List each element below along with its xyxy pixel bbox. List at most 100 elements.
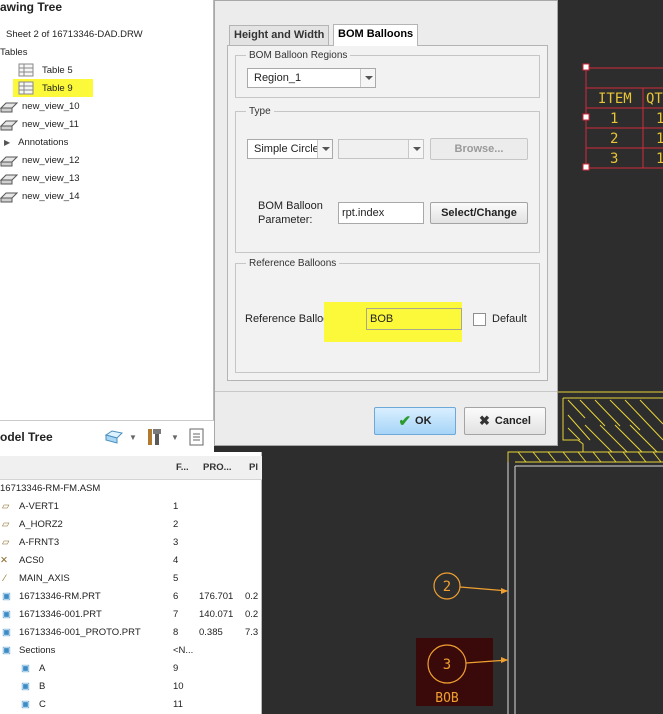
- tab-bom-balloons[interactable]: BOM Balloons: [333, 24, 419, 46]
- part-icon: ▣: [2, 609, 11, 620]
- balloon-3-text: BOB: [435, 691, 459, 706]
- tree-row-section[interactable]: ▣ A 9: [0, 660, 262, 678]
- tab-content-bom-balloons: BOM Balloon Regions Region_1 Type Simple…: [227, 45, 548, 381]
- balloon-2[interactable]: 2: [433, 572, 509, 600]
- tree-item-table-9[interactable]: Table 9: [13, 79, 93, 97]
- expand-arrow-icon[interactable]: ▶: [4, 138, 10, 147]
- tree-row-section[interactable]: ▣ B 10: [0, 678, 262, 696]
- tree-row-part[interactable]: ▣ 16713346-001.PRT 7 140.071 0.2: [0, 606, 262, 624]
- tree-row-section[interactable]: ▣ C 11: [0, 696, 262, 714]
- tree-item-tables[interactable]: Tables: [0, 43, 27, 61]
- tree-row-axis[interactable]: ∕ MAIN_AXIS 5: [0, 570, 262, 588]
- chevron-down-icon[interactable]: [408, 140, 423, 158]
- part-icon: ▣: [2, 627, 11, 638]
- tree-item-view-10[interactable]: new_view_10: [0, 97, 80, 115]
- tree-row-part[interactable]: ▣ 16713346-001_PROTO.PRT 8 0.385 7.3: [0, 624, 262, 642]
- chevron-down-icon[interactable]: ▼: [171, 433, 179, 442]
- view-icon: [0, 102, 18, 113]
- row-pl-value: 7.3: [245, 627, 259, 638]
- view-icon: [0, 120, 18, 131]
- row-name: A_HORZ2: [19, 519, 63, 530]
- column-pl[interactable]: Pl: [249, 462, 258, 473]
- row-feature-number: 8: [173, 627, 179, 638]
- cancel-label: Cancel: [494, 415, 531, 427]
- browse-button[interactable]: Browse...: [430, 138, 528, 160]
- model-tree-header: odel Tree ▼ ▼: [0, 420, 214, 452]
- tree-item-view-11[interactable]: new_view_11: [0, 115, 79, 133]
- tree-item-view-13[interactable]: new_view_13: [0, 169, 80, 187]
- tree-row-assembly[interactable]: 16713346-RM-FM.ASM: [0, 480, 262, 498]
- bom-header-item: ITEM: [598, 91, 632, 107]
- model-tree-column-header: F... PRO... Pl: [0, 456, 262, 480]
- tree-item-table-5[interactable]: Table 5: [18, 61, 73, 79]
- tree-row-datum[interactable]: ▱ A_HORZ2 2: [0, 516, 262, 534]
- balloon-2-label: 2: [443, 579, 451, 595]
- tree-item-label: Annotations: [18, 136, 69, 148]
- reference-balloon-text-input[interactable]: BOB: [366, 308, 462, 330]
- row-feature-number: 7: [173, 609, 179, 620]
- ok-label: OK: [415, 415, 432, 427]
- cancel-button[interactable]: ✖ Cancel: [464, 407, 546, 435]
- balloon-symbol-select[interactable]: [338, 139, 424, 159]
- tab-height-and-width[interactable]: Height and Width: [229, 25, 330, 45]
- display-style-icon[interactable]: [104, 429, 124, 445]
- row-feature-number: 4: [173, 555, 179, 566]
- table-handle-bottom[interactable]: [582, 163, 590, 171]
- tree-row-datum[interactable]: ▱ A-FRNT3 3: [0, 534, 262, 552]
- row-feature-number: 10: [173, 681, 184, 692]
- model-tree-title: odel Tree: [0, 430, 53, 444]
- table-handle-mid[interactable]: [582, 113, 590, 121]
- default-checkbox[interactable]: [473, 313, 486, 326]
- row-feature-number: 2: [173, 519, 179, 530]
- region-select[interactable]: Region_1: [247, 68, 376, 88]
- row-name: Sections: [19, 645, 56, 656]
- table-icon: [18, 63, 34, 77]
- row-name: B: [39, 681, 46, 692]
- tree-row-part[interactable]: ▣ 16713346-RM.PRT 6 176.701 0.2: [0, 588, 262, 606]
- tree-item-annotations[interactable]: ▶ Annotations: [4, 133, 68, 151]
- tree-row-datum[interactable]: ▱ A-VERT1 1: [0, 498, 262, 516]
- region-select-value: Region_1: [254, 72, 302, 84]
- tools-icon[interactable]: [145, 427, 165, 447]
- tree-row-sections[interactable]: ▣ Sections <N...: [0, 642, 262, 660]
- chevron-down-icon[interactable]: ▼: [129, 433, 137, 442]
- ok-button[interactable]: ✔ OK: [374, 407, 456, 435]
- tree-item-sheet[interactable]: Sheet 2 of 16713346-DAD.DRW: [2, 25, 143, 43]
- type-group: Type: [235, 106, 540, 253]
- columns-icon[interactable]: [188, 427, 206, 447]
- table-handle-top[interactable]: [582, 63, 590, 71]
- tree-item-view-14[interactable]: new_view_14: [0, 187, 80, 205]
- row-pro-value: 176.701: [199, 591, 234, 602]
- bom-balloon-param-label-line2: Parameter:: [258, 214, 313, 226]
- dialog-divider: [215, 391, 557, 392]
- row-name: 16713346-001.PRT: [19, 609, 102, 620]
- tree-row-csys[interactable]: ✕ ACS0 4: [0, 552, 262, 570]
- chevron-down-icon[interactable]: [360, 69, 375, 87]
- balloon-shape-select[interactable]: Simple Circle: [247, 139, 333, 159]
- row-name: 16713346-001_PROTO.PRT: [19, 627, 141, 638]
- select-change-button[interactable]: Select/Change: [430, 202, 528, 224]
- table-icon: [18, 81, 34, 95]
- column-pro[interactable]: PRO...: [203, 462, 232, 473]
- default-checkbox-label: Default: [492, 313, 527, 325]
- balloon-3[interactable]: 3 BOB: [416, 638, 509, 706]
- tree-item-view-12[interactable]: new_view_12: [0, 151, 80, 169]
- section-icon: ▣: [21, 681, 30, 692]
- column-feature-number[interactable]: F...: [176, 462, 189, 473]
- bom-qty-2: 1: [656, 131, 663, 147]
- row-pro-value: 140.071: [199, 609, 234, 620]
- tree-item-label: Sheet 2 of 16713346-DAD.DRW: [6, 28, 143, 40]
- model-tree-panel: F... PRO... Pl 16713346-RM-FM.ASM ▱ A-VE…: [0, 452, 262, 714]
- type-legend: Type: [249, 106, 271, 117]
- chevron-down-icon[interactable]: [317, 140, 332, 158]
- row-feature-number: 3: [173, 537, 179, 548]
- view-icon: [0, 156, 18, 167]
- datum-plane-icon: ▱: [2, 519, 10, 530]
- row-name: 16713346-RM-FM.ASM: [0, 483, 101, 494]
- bom-item-1: 1: [610, 111, 618, 127]
- axis-icon: ∕: [4, 573, 6, 584]
- row-name: C: [39, 699, 46, 710]
- row-name: ACS0: [19, 555, 44, 566]
- row-feature-number: 9: [173, 663, 179, 674]
- param-input[interactable]: rpt.index: [338, 202, 424, 224]
